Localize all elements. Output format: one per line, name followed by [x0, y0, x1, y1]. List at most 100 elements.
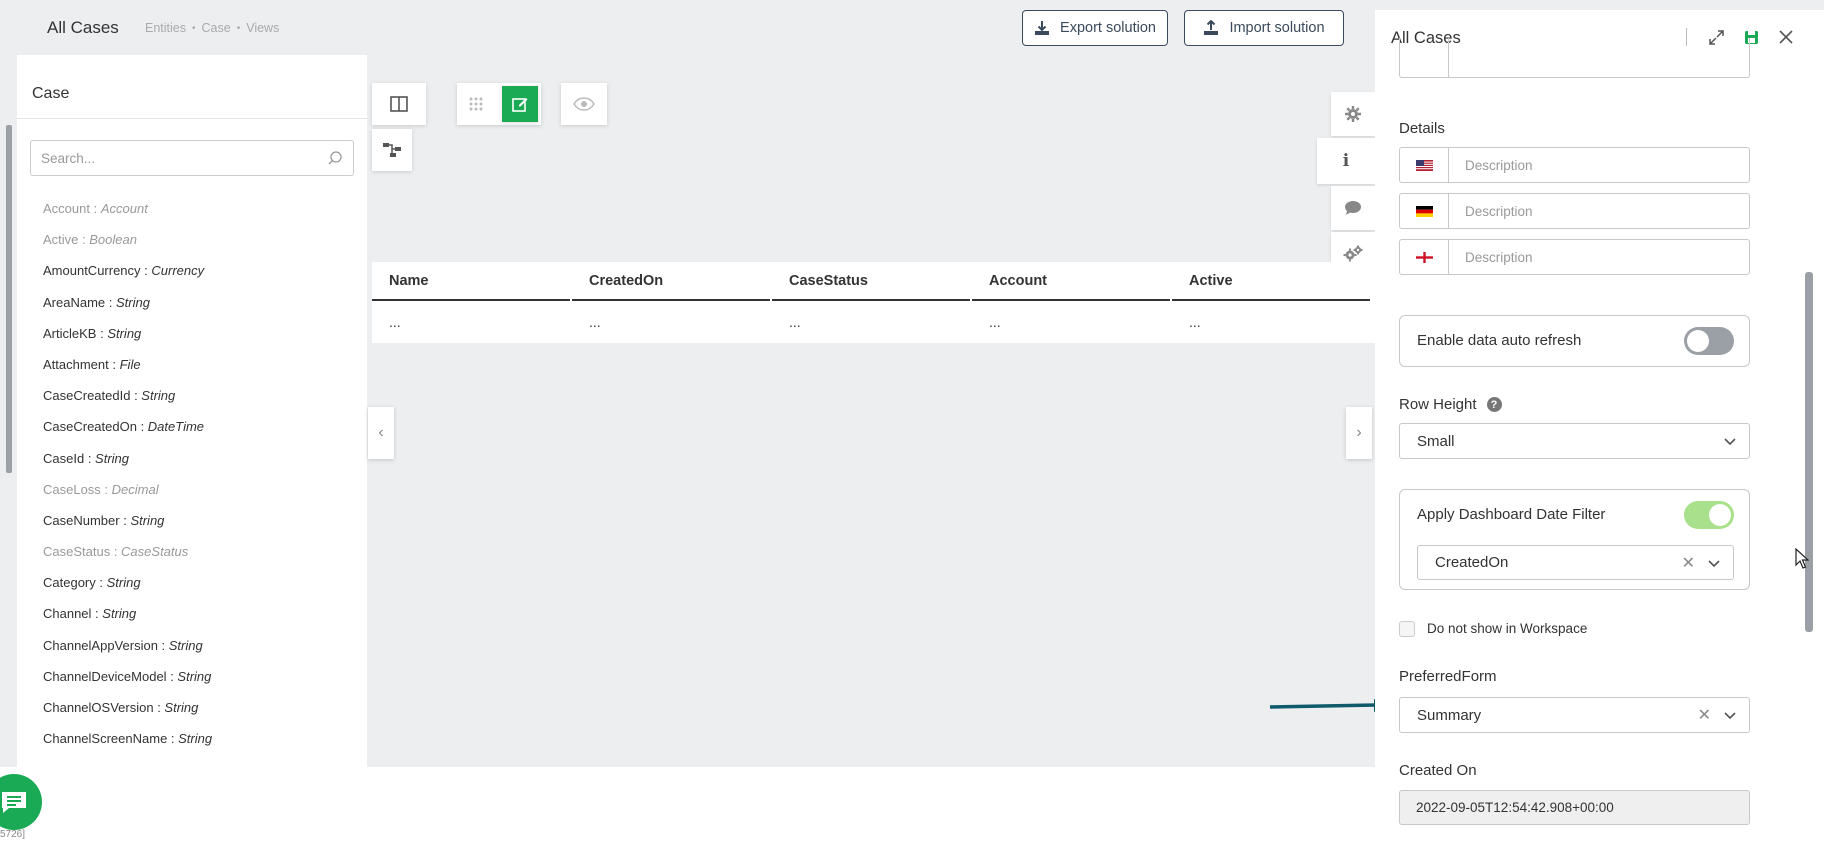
date-filter-field-value: CreatedOn [1435, 554, 1509, 571]
preview-button[interactable] [561, 83, 607, 125]
layout-columns-button[interactable] [372, 83, 426, 125]
description-en-field[interactable]: Description [1399, 147, 1750, 183]
info-tab[interactable]: i [1317, 138, 1375, 184]
field-name: CaseCreatedOn [43, 419, 137, 435]
download-icon [1035, 21, 1050, 35]
date-filter-label: Apply Dashboard Date Filter [1417, 506, 1606, 523]
created-on-heading: Created On [1399, 762, 1477, 779]
field-name: Category [43, 575, 96, 591]
field-list-item[interactable]: CaseNumber : String [43, 513, 212, 544]
table-cell: ... [589, 314, 601, 330]
properties-scrollbar[interactable] [1805, 272, 1813, 632]
drag-mode-button[interactable] [457, 97, 499, 111]
column-header[interactable]: Name [389, 273, 429, 289]
field-type: String [102, 606, 137, 622]
field-list-item[interactable]: Channel : String [43, 606, 212, 637]
field-type: DateTime [147, 419, 205, 435]
comments-tab[interactable] [1331, 186, 1375, 230]
description-en-gb-input: Description [1465, 249, 1533, 265]
preferred-form-select[interactable]: Summary ✕ [1399, 697, 1750, 733]
description-en-input: Description [1465, 157, 1533, 173]
field-list-item[interactable]: Category : String [43, 575, 212, 606]
scroll-left-button[interactable]: ‹ [368, 407, 394, 459]
toggle-knob [1687, 330, 1709, 352]
field-name: CaseNumber [43, 512, 120, 528]
divider [17, 118, 367, 119]
us-flag-icon [1400, 148, 1449, 182]
field-type: CaseStatus [121, 544, 189, 560]
left-scrollbar[interactable] [6, 125, 12, 473]
field-name: CaseStatus [43, 544, 111, 560]
edit-mode-button[interactable] [502, 86, 538, 122]
field-type: String [168, 637, 203, 653]
field-list: Account : Account Active : Boolean AmountC… [43, 201, 212, 762]
description-en-gb-field[interactable]: Description [1399, 239, 1750, 275]
upload-icon [1204, 20, 1219, 35]
scroll-right-button[interactable]: › [1346, 407, 1372, 459]
date-filter-toggle[interactable] [1684, 501, 1734, 529]
help-icon[interactable]: ? [1486, 397, 1502, 412]
field-list-item[interactable]: CaseStatus : CaseStatus [43, 544, 212, 575]
row-height-select[interactable]: Small [1399, 423, 1750, 459]
workspace-label: Do not show in Workspace [1427, 621, 1588, 636]
field-list-item[interactable]: ChannelAppVersion : String [43, 638, 212, 669]
field-type: String [178, 731, 213, 747]
field-name: CaseCreatedId [43, 388, 131, 404]
field-separator: : [167, 731, 179, 747]
field-list-item[interactable]: ArticleKB : String [43, 326, 212, 357]
search-icon [328, 151, 342, 165]
hierarchy-button[interactable] [372, 129, 412, 171]
date-filter-field-select[interactable]: CreatedOn ✕ [1417, 545, 1734, 580]
field-list-item[interactable]: ChannelScreenName : String [43, 731, 212, 762]
breadcrumb-case[interactable]: Case [202, 21, 231, 35]
auto-refresh-label: Enable data auto refresh [1417, 332, 1582, 349]
england-flag-icon [1400, 240, 1449, 274]
description-de-field[interactable]: Description [1399, 193, 1750, 229]
export-solution-button[interactable]: Export solution [1022, 10, 1168, 46]
field-list-item[interactable]: CaseCreatedId : String [43, 388, 212, 419]
auto-refresh-toggle[interactable] [1684, 327, 1734, 355]
breadcrumb-views[interactable]: Views [246, 21, 279, 35]
column-underline [1172, 299, 1370, 301]
field-type: String [107, 325, 142, 341]
field-list-item[interactable]: AmountCurrency : Currency [43, 263, 212, 294]
edit-icon [512, 98, 528, 112]
settings-tab[interactable] [1331, 92, 1375, 136]
field-name: Channel [43, 606, 92, 622]
field-separator: : [89, 201, 101, 216]
field-list-item[interactable]: CaseCreatedOn : DateTime [43, 419, 212, 450]
field-list-item[interactable]: Attachment : File [43, 357, 212, 388]
field-type: String [164, 700, 199, 715]
column-header[interactable]: CaseStatus [789, 273, 868, 289]
drag-grid-icon [469, 97, 483, 111]
field-separator: : [100, 481, 112, 497]
field-search-input[interactable]: Search... [30, 140, 354, 176]
field-list-item[interactable]: Active : Boolean [43, 232, 212, 263]
breadcrumb-entities[interactable]: Entities [145, 21, 186, 35]
clear-icon[interactable]: ✕ [1698, 705, 1711, 725]
chevron-right-icon: › [1356, 424, 1362, 441]
workspace-checkbox[interactable] [1399, 621, 1415, 637]
preferred-form-value: Summary [1417, 706, 1482, 724]
field-type: File [119, 356, 141, 372]
field-separator: : [84, 450, 96, 466]
field-list-item[interactable]: Account : Account [43, 201, 212, 232]
field-list-item[interactable]: ChannelDeviceModel : String [43, 669, 212, 700]
column-header[interactable]: CreatedOn [589, 273, 663, 289]
field-list-item[interactable]: AreaName : String [43, 295, 212, 326]
field-type: Boolean [89, 232, 137, 248]
details-heading: Details [1399, 120, 1445, 137]
close-icon[interactable] [1779, 30, 1793, 44]
field-separator: : [78, 232, 90, 248]
column-header[interactable]: Active [1189, 273, 1233, 289]
column-underline [572, 299, 770, 301]
partial-field[interactable] [1399, 38, 1750, 78]
clear-icon[interactable]: ✕ [1682, 553, 1695, 573]
table-cell: ... [989, 314, 1001, 330]
field-name: ChannelOSVersion [43, 700, 154, 715]
column-header[interactable]: Account [989, 273, 1047, 289]
field-list-item[interactable]: CaseId : String [43, 451, 212, 482]
field-list-item[interactable]: ChannelOSVersion : String [43, 700, 212, 731]
field-list-item[interactable]: CaseLoss : Decimal [43, 482, 212, 513]
import-solution-button[interactable]: Import solution [1184, 10, 1344, 46]
